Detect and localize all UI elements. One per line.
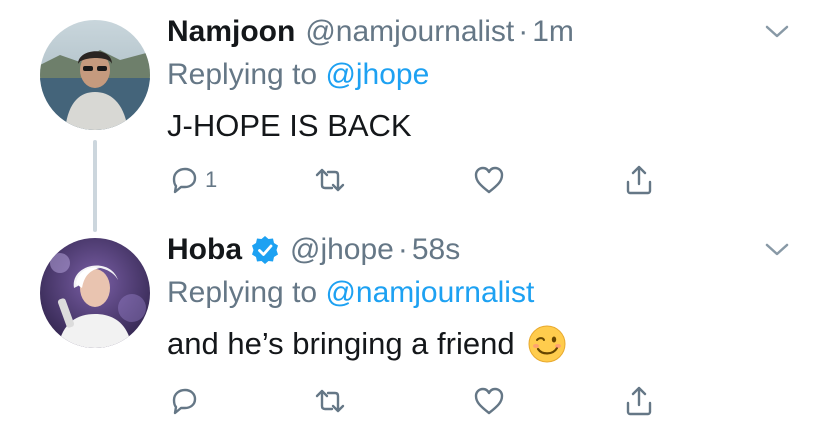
chevron-down-icon[interactable]	[762, 22, 792, 42]
tweet-actions: 1	[167, 160, 687, 200]
heart-icon	[474, 166, 504, 194]
retweet-icon	[315, 168, 345, 192]
share-icon	[626, 165, 652, 195]
timestamp[interactable]: 1m	[532, 12, 574, 52]
share-icon	[626, 386, 652, 416]
heart-icon	[474, 387, 504, 415]
reply-icon	[172, 167, 197, 194]
reply-button[interactable]	[167, 381, 205, 421]
tweet-header: Namjoon @namjournalist · 1m	[167, 12, 574, 52]
mention-link[interactable]: @jhope	[325, 58, 429, 91]
tweet-header: Hoba @jhope · 58s	[167, 230, 460, 270]
tweet[interactable]: Namjoon @namjournalist · 1m Replying to …	[0, 0, 828, 232]
replying-to: Replying to @jhope	[167, 55, 429, 95]
share-button[interactable]	[622, 381, 656, 421]
reply-icon	[172, 388, 197, 415]
reply-button[interactable]: 1	[167, 160, 217, 200]
separator: ·	[397, 233, 408, 266]
avatar[interactable]	[40, 20, 150, 130]
replying-to-label: Replying to	[167, 276, 318, 309]
user-handle[interactable]: @jhope	[290, 230, 394, 270]
chevron-down-icon[interactable]	[762, 240, 792, 260]
user-handle[interactable]: @namjournalist	[305, 12, 514, 52]
tweet-text: and he’s bringing a friend	[167, 323, 567, 365]
tweet-text: J-HOPE IS BACK	[167, 108, 412, 143]
retweet-button[interactable]	[313, 160, 347, 200]
retweet-button[interactable]	[313, 381, 347, 421]
reply-count: 1	[205, 167, 218, 192]
mention-link[interactable]: @namjournalist	[325, 276, 534, 309]
timestamp[interactable]: 58s	[412, 230, 460, 270]
share-button[interactable]	[622, 160, 656, 200]
like-button[interactable]	[472, 381, 506, 421]
verified-badge-icon	[252, 236, 278, 264]
replying-to-label: Replying to	[167, 58, 318, 91]
replying-to: Replying to @namjournalist	[167, 273, 534, 313]
retweet-icon	[315, 389, 345, 413]
display-name[interactable]: Namjoon	[167, 12, 295, 52]
like-button[interactable]	[472, 160, 506, 200]
tweet-actions	[167, 381, 687, 421]
separator: ·	[518, 15, 529, 48]
winking-face-emoji-icon	[528, 325, 566, 363]
display-name[interactable]: Hoba	[167, 230, 242, 270]
avatar[interactable]	[40, 238, 150, 348]
tweet-text-content: and he’s bringing a friend	[167, 326, 515, 361]
tweet[interactable]: Hoba @jhope · 58s Replying to @namjourna…	[0, 218, 828, 438]
